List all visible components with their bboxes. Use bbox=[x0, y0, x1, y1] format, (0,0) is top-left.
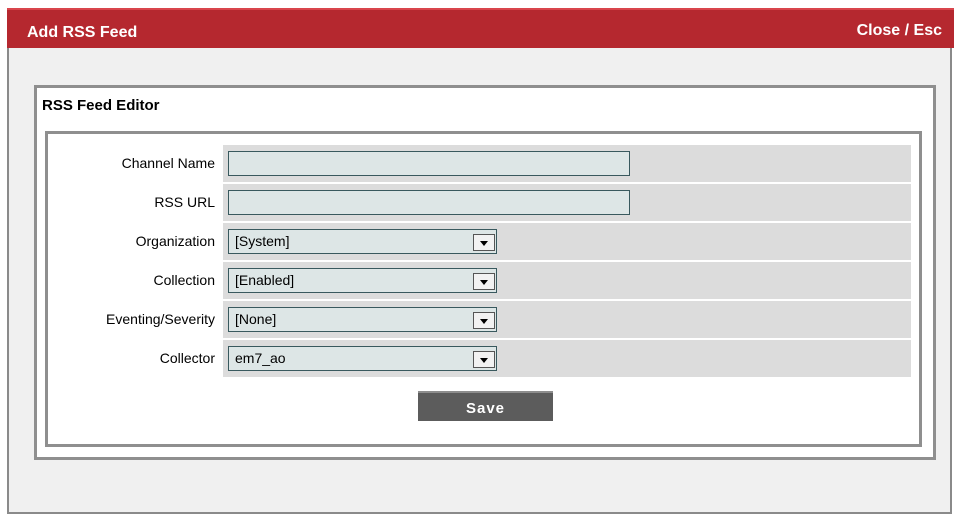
editor-title: RSS Feed Editor bbox=[42, 97, 160, 114]
eventing-severity-select[interactable]: [None] bbox=[228, 307, 497, 332]
field-cell: [None] bbox=[223, 301, 911, 338]
chevron-down-icon[interactable] bbox=[473, 273, 495, 290]
save-button[interactable]: Save bbox=[418, 391, 553, 421]
collector-value: em7_ao bbox=[235, 350, 286, 366]
chevron-down-icon[interactable] bbox=[473, 234, 495, 251]
modal-title: Add RSS Feed bbox=[27, 24, 138, 41]
eventing-severity-label: Eventing/Severity bbox=[53, 301, 221, 338]
collector-select[interactable]: em7_ao bbox=[228, 346, 497, 371]
eventing-severity-value: [None] bbox=[235, 311, 277, 327]
organization-value: [System] bbox=[235, 233, 290, 249]
field-cell bbox=[223, 145, 911, 182]
field-cell: [Enabled] bbox=[223, 262, 911, 299]
field-row-eventing-severity: Eventing/Severity [None] bbox=[53, 301, 911, 338]
field-row-organization: Organization [System] bbox=[53, 223, 911, 260]
field-row-channel-name: Channel Name bbox=[53, 145, 911, 182]
field-cell: em7_ao bbox=[223, 340, 911, 377]
modal-titlebar: Add RSS Feed Close / Esc bbox=[7, 8, 954, 48]
collector-label: Collector bbox=[53, 340, 221, 377]
chevron-down-icon[interactable] bbox=[473, 351, 495, 368]
close-button[interactable]: Close / Esc bbox=[857, 22, 942, 40]
collection-value: [Enabled] bbox=[235, 272, 295, 288]
rss-url-label: RSS URL bbox=[53, 184, 221, 221]
collection-select[interactable]: [Enabled] bbox=[228, 268, 497, 293]
collection-label: Collection bbox=[53, 262, 221, 299]
rss-url-input[interactable] bbox=[228, 190, 630, 215]
field-row-collection: Collection [Enabled] bbox=[53, 262, 911, 299]
field-row-collector: Collector em7_ao bbox=[53, 340, 911, 377]
organization-select[interactable]: [System] bbox=[228, 229, 497, 254]
channel-name-label: Channel Name bbox=[53, 145, 221, 182]
chevron-down-icon[interactable] bbox=[473, 312, 495, 329]
channel-name-input[interactable] bbox=[228, 151, 630, 176]
field-cell: [System] bbox=[223, 223, 911, 260]
organization-label: Organization bbox=[53, 223, 221, 260]
field-row-rss-url: RSS URL bbox=[53, 184, 911, 221]
field-cell bbox=[223, 184, 911, 221]
